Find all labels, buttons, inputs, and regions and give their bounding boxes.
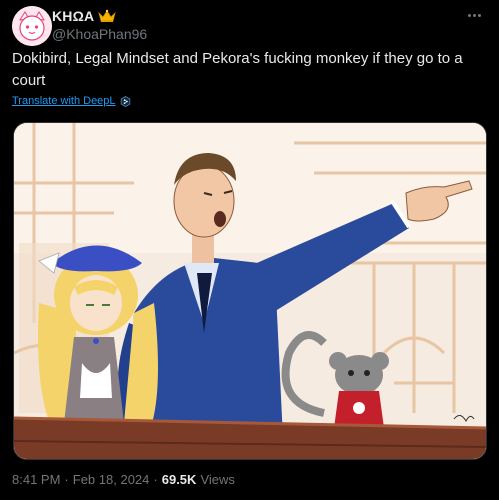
deepl-icon	[120, 95, 130, 107]
tweet-text: Dokibird, Legal Mindset and Pekora's fuc…	[12, 50, 463, 89]
views-label: Views	[200, 472, 235, 487]
views-count[interactable]: 69.5K	[162, 472, 197, 487]
handle[interactable]: @KhoaPhan96	[52, 26, 147, 42]
tweet-date[interactable]: Feb 18, 2024	[73, 472, 150, 487]
avatar-image	[12, 6, 52, 46]
court-illustration	[14, 123, 486, 459]
crown-icon	[98, 9, 117, 22]
more-options-icon[interactable]	[461, 6, 487, 24]
translate-row: Translate with DeepL	[12, 95, 131, 107]
tweet-meta: 8:41 PM · Feb 18, 2024 · 69.5K Views	[12, 472, 235, 487]
translate-link[interactable]: Translate with DeepL	[12, 95, 116, 107]
display-name[interactable]: KHΩA	[52, 8, 94, 24]
tweet-header: KHΩA @KhoaPhan96	[12, 6, 487, 46]
avatar[interactable]	[12, 6, 52, 46]
meta-separator: ·	[153, 472, 158, 487]
tweet-time[interactable]: 8:41 PM	[12, 472, 60, 487]
tweet-image[interactable]	[13, 122, 487, 460]
meta-separator: ·	[64, 472, 69, 487]
